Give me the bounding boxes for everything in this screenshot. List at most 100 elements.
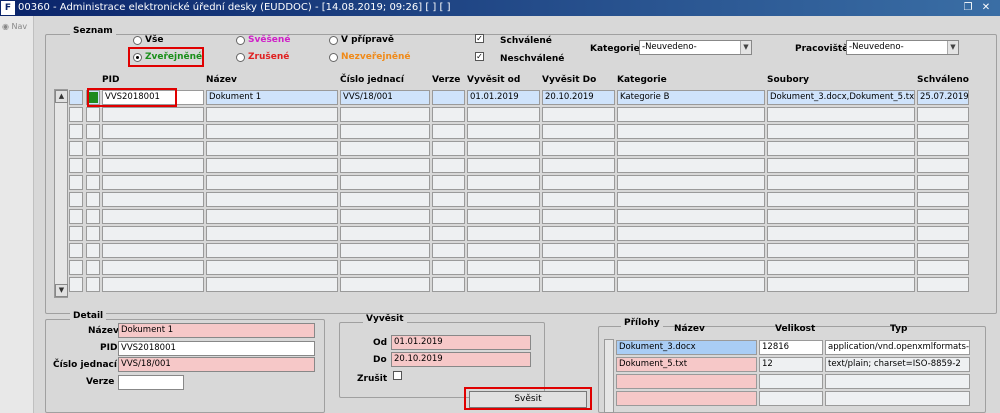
nav-item[interactable]: ◉ Nav — [2, 22, 27, 31]
prilohy-scrollbar[interactable] — [604, 339, 614, 413]
cell-verze[interactable] — [432, 124, 465, 139]
cell-pid[interactable] — [102, 226, 204, 241]
cell-schvaleno[interactable] — [917, 260, 969, 275]
cell-cislo-jednaci[interactable]: VVS/18/001 — [340, 90, 430, 105]
cell-soubory[interactable] — [767, 175, 915, 190]
cell-schvaleno[interactable]: 25.07.2019 — [917, 90, 969, 105]
cell-nazev[interactable] — [206, 277, 338, 292]
cell-vyvesit-od[interactable] — [467, 243, 540, 258]
row-selector[interactable] — [69, 158, 83, 173]
row-marker[interactable] — [86, 141, 100, 156]
cell-vyvesit-do[interactable] — [542, 107, 615, 122]
radio-vse[interactable] — [133, 36, 142, 45]
cell-pid[interactable] — [102, 260, 204, 275]
row-marker[interactable] — [86, 209, 100, 224]
cell-verze[interactable] — [432, 158, 465, 173]
row-selector[interactable] — [69, 243, 83, 258]
cell-schvaleno[interactable] — [917, 158, 969, 173]
cell-verze[interactable] — [432, 107, 465, 122]
cell-schvaleno[interactable] — [917, 192, 969, 207]
cell-cislo-jednaci[interactable] — [340, 243, 430, 258]
radio-zrusene[interactable] — [236, 53, 245, 62]
cell-vyvesit-do[interactable] — [542, 175, 615, 190]
row-marker[interactable] — [86, 277, 100, 292]
cell-nazev[interactable] — [206, 175, 338, 190]
priloha-velikost[interactable]: 12 — [759, 357, 823, 372]
cell-soubory[interactable] — [767, 260, 915, 275]
cell-cislo-jednaci[interactable] — [340, 277, 430, 292]
cell-schvaleno[interactable] — [917, 175, 969, 190]
radio-zverejnene[interactable] — [133, 53, 142, 62]
cell-verze[interactable] — [432, 90, 465, 105]
cell-vyvesit-od[interactable] — [467, 226, 540, 241]
cell-vyvesit-do[interactable] — [542, 243, 615, 258]
cell-kategorie[interactable] — [617, 243, 765, 258]
cell-verze[interactable] — [432, 260, 465, 275]
row-selector[interactable] — [69, 260, 83, 275]
scroll-down-icon[interactable]: ▼ — [55, 284, 68, 297]
close-icon[interactable]: ✕ — [980, 2, 992, 14]
row-marker[interactable] — [86, 107, 100, 122]
cell-pid[interactable] — [102, 175, 204, 190]
grid-scrollbar[interactable]: ▲ ▼ — [54, 89, 68, 298]
checkbox-schvalene[interactable]: ✓ — [475, 34, 484, 43]
vyvesit-do-field[interactable]: 20.10.2019 — [391, 352, 531, 367]
cell-pid[interactable] — [102, 158, 204, 173]
cell-vyvesit-od[interactable] — [467, 124, 540, 139]
cell-nazev[interactable] — [206, 158, 338, 173]
row-selector[interactable] — [69, 226, 83, 241]
cell-nazev[interactable] — [206, 107, 338, 122]
cell-soubory[interactable] — [767, 192, 915, 207]
radio-svesene[interactable] — [236, 36, 245, 45]
cell-vyvesit-od[interactable] — [467, 141, 540, 156]
cell-verze[interactable] — [432, 209, 465, 224]
cell-vyvesit-od[interactable] — [467, 175, 540, 190]
row-marker[interactable] — [86, 124, 100, 139]
scroll-up-icon[interactable]: ▲ — [55, 90, 68, 103]
row-marker[interactable] — [86, 192, 100, 207]
cell-kategorie[interactable] — [617, 226, 765, 241]
cell-soubory[interactable] — [767, 124, 915, 139]
priloha-typ[interactable]: application/vnd.openxmlformats-offi — [825, 340, 970, 355]
cell-pid[interactable] — [102, 141, 204, 156]
row-selector[interactable] — [69, 192, 83, 207]
pracoviste-select[interactable]: -Neuvedeno- ▼ — [846, 40, 959, 55]
checkbox-neschvalene[interactable]: ✓ — [475, 52, 484, 61]
cell-schvaleno[interactable] — [917, 141, 969, 156]
cell-verze[interactable] — [432, 192, 465, 207]
priloha-velikost[interactable] — [759, 391, 823, 406]
row-selector[interactable] — [69, 141, 83, 156]
cell-kategorie[interactable] — [617, 277, 765, 292]
priloha-typ[interactable]: text/plain; charset=ISO-8859-2 — [825, 357, 970, 372]
priloha-nazev[interactable] — [616, 374, 757, 389]
row-selector[interactable] — [69, 209, 83, 224]
cell-soubory[interactable] — [767, 277, 915, 292]
cell-vyvesit-do[interactable]: 20.10.2019 — [542, 90, 615, 105]
cell-cislo-jednaci[interactable] — [340, 260, 430, 275]
cell-pid[interactable] — [102, 209, 204, 224]
row-selector[interactable] — [69, 107, 83, 122]
cell-pid[interactable] — [102, 192, 204, 207]
cell-vyvesit-od[interactable] — [467, 209, 540, 224]
cell-cislo-jednaci[interactable] — [340, 175, 430, 190]
radio-nezverejnene[interactable] — [329, 53, 338, 62]
detail-nazev-field[interactable]: Dokument 1 — [118, 323, 315, 338]
cell-soubory[interactable] — [767, 158, 915, 173]
detail-verze-field[interactable] — [118, 375, 184, 390]
priloha-typ[interactable] — [825, 374, 970, 389]
cell-vyvesit-do[interactable] — [542, 226, 615, 241]
cell-schvaleno[interactable] — [917, 124, 969, 139]
cell-pid[interactable] — [102, 277, 204, 292]
cell-cislo-jednaci[interactable] — [340, 107, 430, 122]
cell-vyvesit-od[interactable] — [467, 260, 540, 275]
cell-vyvesit-od[interactable] — [467, 158, 540, 173]
cell-nazev[interactable] — [206, 243, 338, 258]
cell-schvaleno[interactable] — [917, 226, 969, 241]
cell-pid[interactable] — [102, 243, 204, 258]
cell-soubory[interactable] — [767, 226, 915, 241]
vyvesit-od-field[interactable]: 01.01.2019 — [391, 335, 531, 350]
cell-nazev[interactable] — [206, 124, 338, 139]
priloha-nazev[interactable]: Dokument_3.docx — [616, 340, 757, 355]
cell-vyvesit-do[interactable] — [542, 158, 615, 173]
cell-verze[interactable] — [432, 226, 465, 241]
